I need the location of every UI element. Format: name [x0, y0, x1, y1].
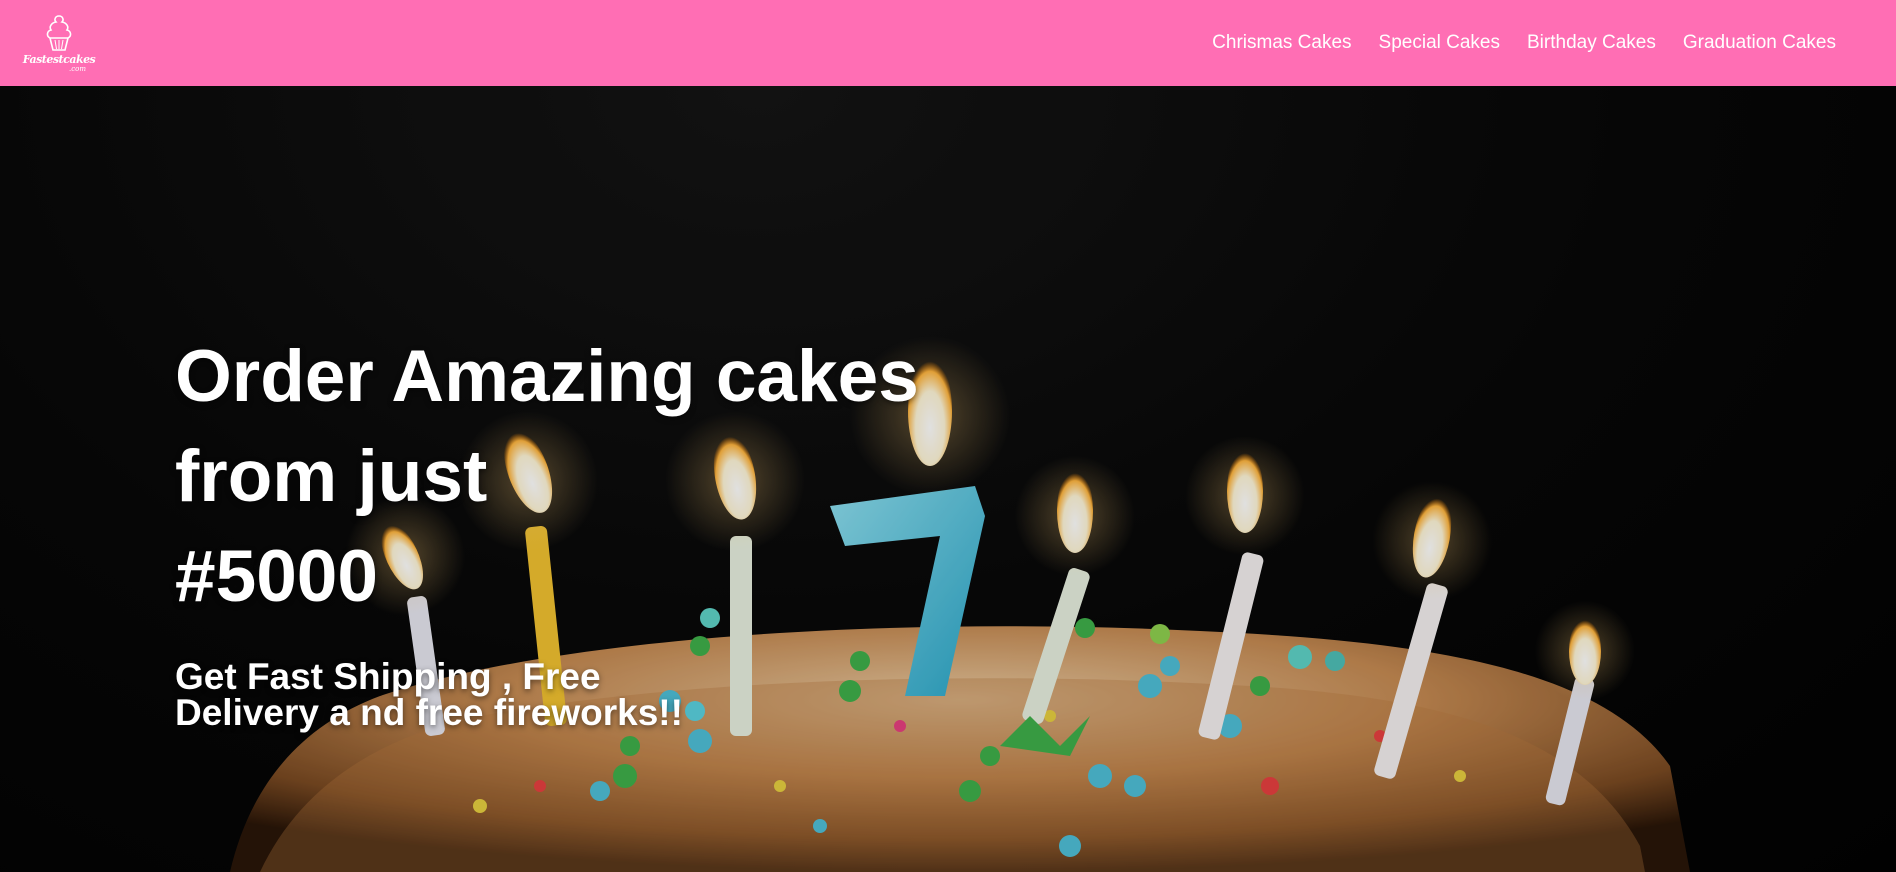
main-nav: Chrismas Cakes Special Cakes Birthday Ca… — [1212, 32, 1836, 54]
cupcake-icon — [46, 14, 72, 51]
logo-subtext: .com — [69, 64, 86, 73]
hero-subheadline: Get Fast Shipping , Free Delivery a nd f… — [175, 656, 683, 733]
hero-section: Order Amazing cakes from just #5000 Get … — [0, 86, 1896, 872]
brand-logo[interactable]: Fastestcakes .com — [23, 6, 96, 80]
logo-text: Fastestcakes — [22, 52, 96, 66]
nav-link-special-cakes[interactable]: Special Cakes — [1379, 32, 1500, 54]
hero-headline-line-1: Order Amazing cakes — [175, 336, 919, 417]
nav-link-birthday-cakes[interactable]: Birthday Cakes — [1527, 32, 1656, 54]
hero-headline-line-2: from just — [175, 436, 488, 517]
nav-link-christmas-cakes[interactable]: Chrismas Cakes — [1212, 32, 1351, 54]
nav-link-graduation-cakes[interactable]: Graduation Cakes — [1683, 32, 1836, 54]
hero-headline: Order Amazing cakes from just #5000 — [175, 327, 935, 627]
hero-headline-price: #5000 — [175, 536, 378, 617]
navbar: Fastestcakes .com Chrismas Cakes Special… — [0, 0, 1896, 86]
